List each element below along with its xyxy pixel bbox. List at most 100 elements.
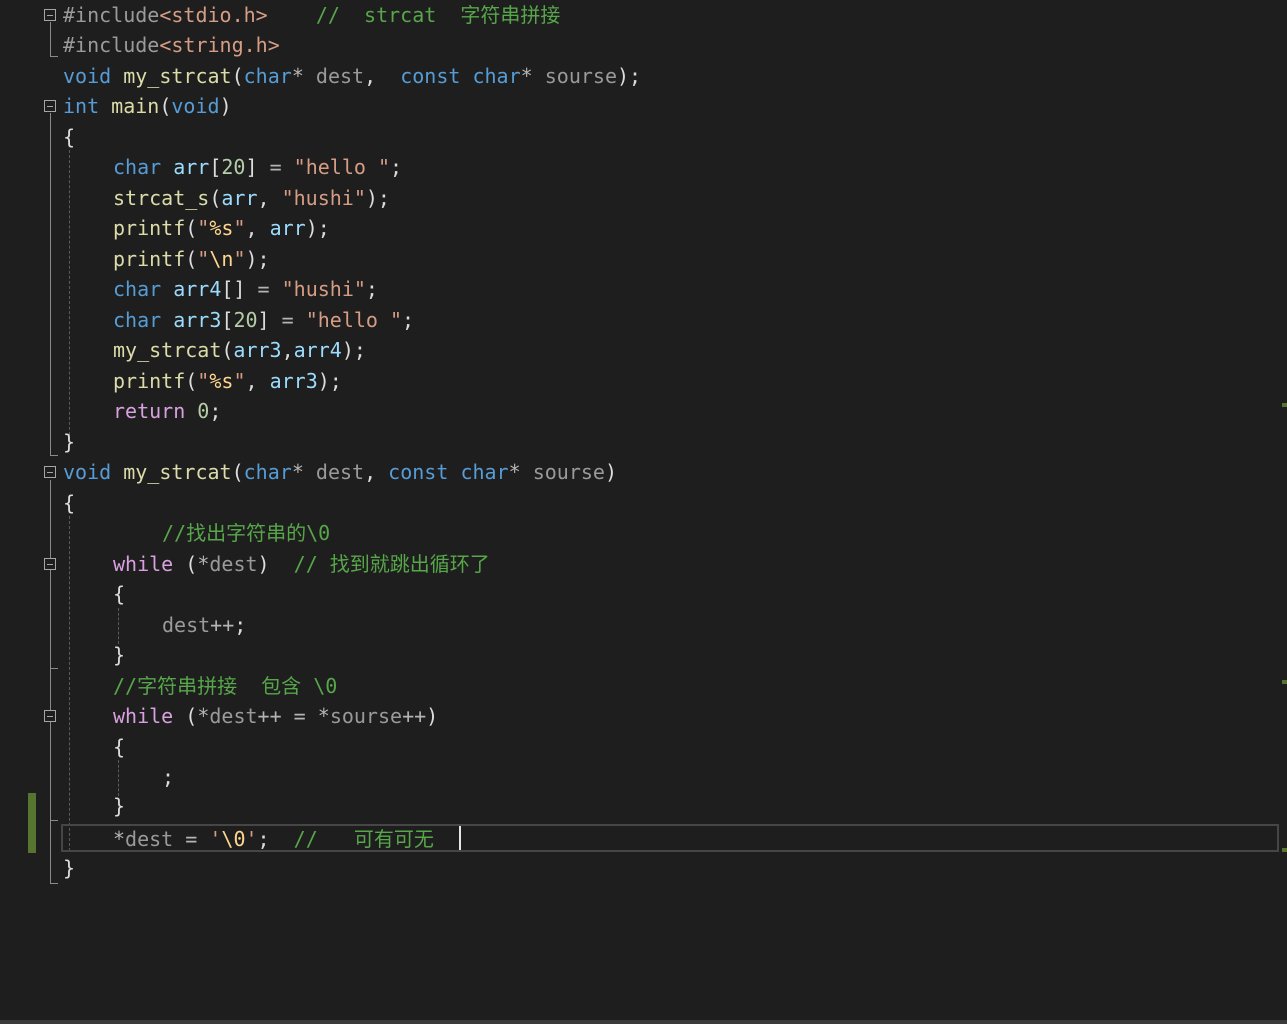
control-keyword-token: while — [113, 552, 174, 576]
code-text: char arr4[] = "hushi"; — [113, 274, 378, 304]
plain-token: } — [113, 794, 126, 818]
keyword-token: char — [243, 64, 292, 88]
fold-line — [50, 883, 58, 884]
code-line[interactable]: #include<stdio.h> // strcat 字符串拼接 — [0, 0, 1287, 30]
code-line[interactable]: { — [0, 732, 1287, 762]
code-text: while (*dest++ = *sourse++) — [113, 701, 438, 731]
string-token: " — [197, 247, 210, 271]
plain-token: ) — [604, 460, 617, 484]
plain-token: ( — [231, 64, 244, 88]
code-line[interactable]: strcat_s(arr, "hushi"); — [0, 183, 1287, 213]
plain-token: ; — [234, 613, 247, 637]
variable-token: arr — [269, 216, 306, 240]
plain-token: ); — [305, 216, 330, 240]
code-line[interactable]: } — [0, 791, 1287, 821]
preprocessor-token: #include — [63, 33, 160, 57]
scrollbar-change-mark — [1282, 848, 1287, 852]
code-text: while (*dest) // 找到就跳出循环了 — [113, 549, 490, 579]
string-token: "hushi" — [281, 277, 366, 301]
include-path-token: <string.h> — [159, 33, 280, 57]
scrollbar-change-mark — [1282, 403, 1287, 407]
code-line[interactable]: { — [0, 488, 1287, 518]
code-text: { — [113, 732, 125, 762]
plain-token: , — [281, 338, 294, 362]
code-line[interactable]: char arr3[20] = "hello "; — [0, 305, 1287, 335]
operator-token: * — [291, 64, 304, 88]
code-line[interactable]: *dest = '\0'; // 可有可无 — [0, 824, 1287, 854]
plain-token: ; — [162, 765, 175, 789]
plain-token: ; — [209, 399, 222, 423]
code-line[interactable]: while (*dest++ = *sourse++) — [0, 701, 1287, 731]
code-text: return 0; — [113, 396, 221, 426]
code-line[interactable]: printf("\n"); — [0, 244, 1287, 274]
number-token: 0 — [197, 399, 210, 423]
number-token: 20 — [233, 308, 258, 332]
operator-token: ++ — [257, 704, 282, 728]
plain-token: { — [63, 125, 76, 149]
variable-token: arr — [173, 155, 210, 179]
keyword-token: void — [171, 94, 220, 118]
code-line[interactable]: } — [0, 853, 1287, 883]
plain-token: ; — [390, 155, 403, 179]
horizontal-scrollbar[interactable] — [0, 1020, 1287, 1024]
operator-token: ++ — [210, 613, 235, 637]
plain-token: ] — [257, 308, 282, 332]
operator-token: * — [113, 827, 126, 851]
code-line[interactable]: int main(void) — [0, 91, 1287, 121]
code-line[interactable]: ; — [0, 762, 1287, 792]
code-line[interactable]: void my_strcat(char* dest, const char* s… — [0, 457, 1287, 487]
code-text: { — [63, 122, 75, 152]
code-line[interactable]: { — [0, 122, 1287, 152]
code-editor[interactable]: #include<stdio.h> // strcat 字符串拼接 #inclu… — [0, 0, 1287, 1024]
plain-token: ; — [257, 827, 294, 851]
code-line[interactable]: char arr4[] = "hushi"; — [0, 274, 1287, 304]
code-line[interactable]: { — [0, 579, 1287, 609]
string-token: ' — [245, 827, 258, 851]
plain-token: , — [364, 460, 389, 484]
code-line[interactable]: char arr[20] = "hello "; — [0, 152, 1287, 182]
code-text: //字符串拼接 包含 \0 — [113, 671, 337, 701]
code-line[interactable]: return 0; — [0, 396, 1287, 426]
code-line[interactable]: } — [0, 427, 1287, 457]
string-token: ' — [209, 827, 222, 851]
code-line[interactable]: void my_strcat(char* dest, const char* s… — [0, 61, 1287, 91]
code-text: { — [113, 579, 125, 609]
code-line[interactable]: printf("%s", arr); — [0, 213, 1287, 243]
code-line[interactable]: //找出字符串的\0 — [0, 518, 1287, 548]
code-line[interactable]: dest++; — [0, 610, 1287, 640]
parameter-token: dest — [209, 704, 258, 728]
operator-token: * — [197, 704, 210, 728]
keyword-token: void — [63, 460, 112, 484]
keyword-token: void — [63, 64, 112, 88]
code-text: my_strcat(arr3,arr4); — [113, 335, 366, 365]
string-token: "hello " — [293, 155, 390, 179]
string-token: " — [197, 369, 210, 393]
variable-token: arr4 — [293, 338, 342, 362]
code-line[interactable]: printf("%s", arr3); — [0, 366, 1287, 396]
code-line[interactable]: #include<string.h> — [0, 30, 1287, 60]
plain-token: ] — [245, 155, 270, 179]
code-line[interactable]: } — [0, 640, 1287, 670]
plain-token: } — [63, 430, 76, 454]
plain-token: ) — [219, 94, 232, 118]
code-line[interactable]: my_strcat(arr3,arr4); — [0, 335, 1287, 365]
comment-token: // 找到就跳出循环了 — [293, 552, 490, 576]
escape-token: \0 — [221, 827, 246, 851]
function-name-token: printf — [113, 369, 186, 393]
code-text: } — [63, 427, 75, 457]
plain-token: ); — [365, 186, 390, 210]
operator-token: = — [185, 827, 198, 851]
plain-token: ); — [317, 369, 342, 393]
code-line[interactable]: //字符串拼接 包含 \0 — [0, 671, 1287, 701]
code-line[interactable]: while (*dest) // 找到就跳出循环了 — [0, 549, 1287, 579]
parameter-token: sourse — [544, 64, 617, 88]
keyword-token: char — [243, 460, 292, 484]
